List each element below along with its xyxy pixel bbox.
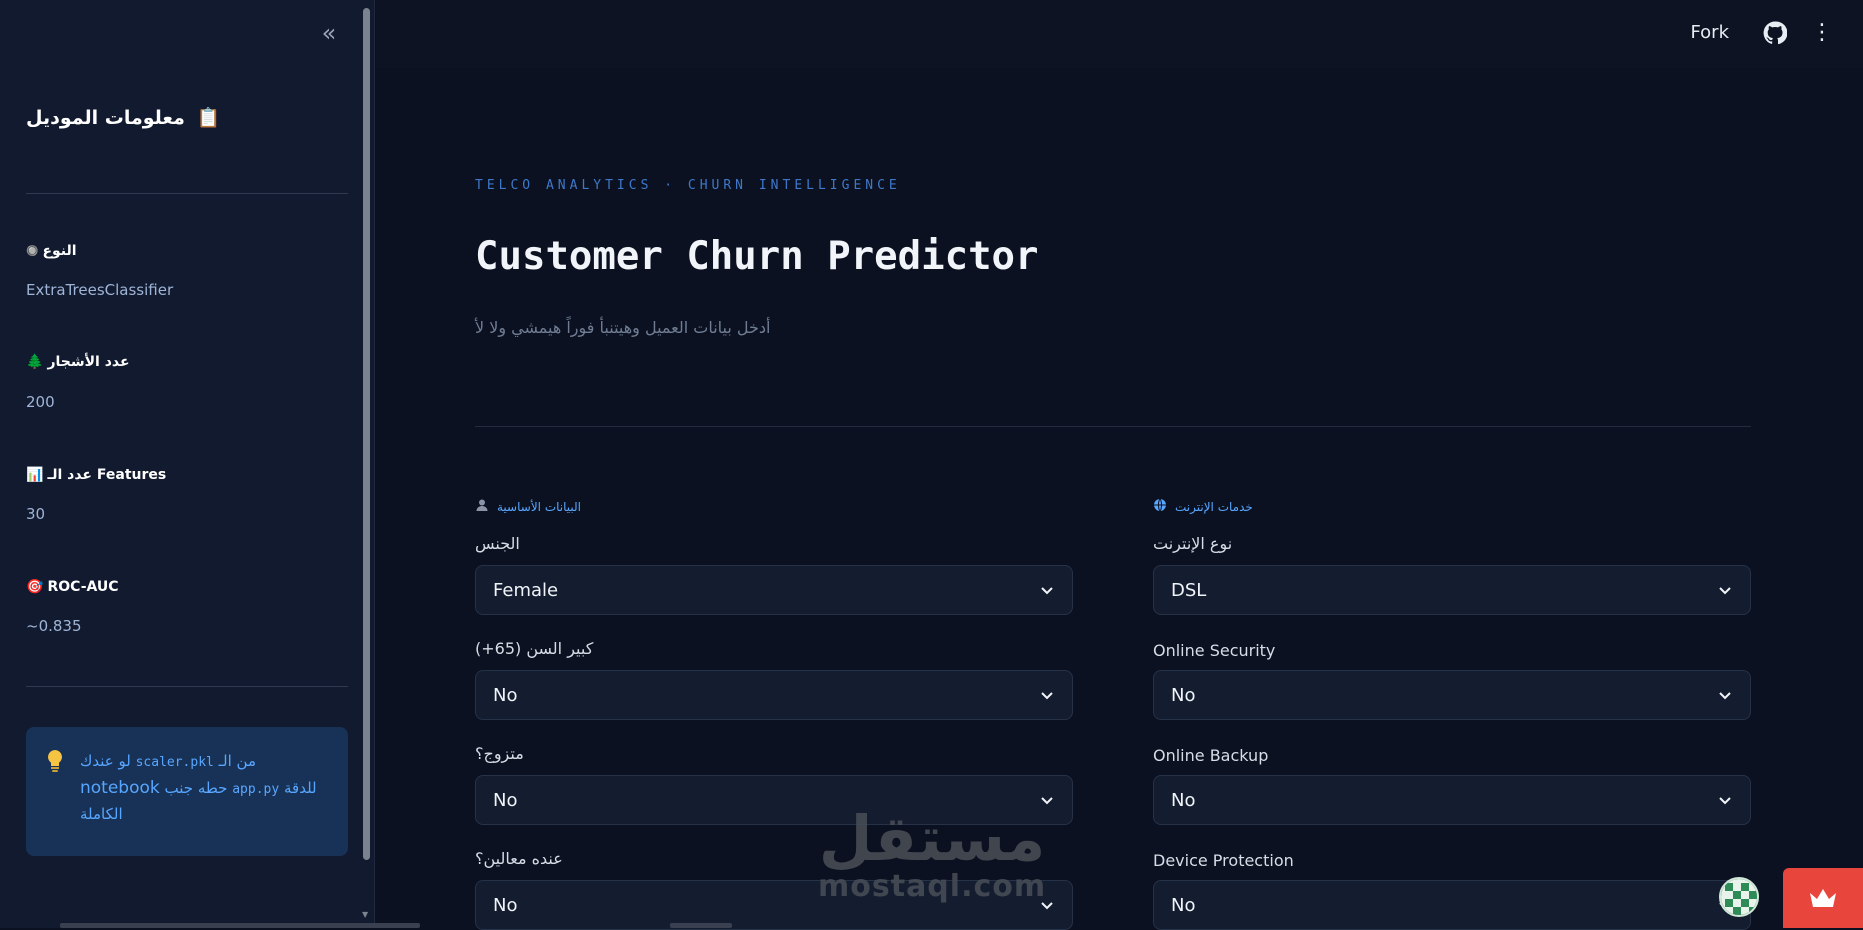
device-protection-select[interactable]: No <box>1153 880 1751 930</box>
clipboard-icon: 📋 <box>196 107 221 129</box>
field-label-online-security: Online Security <box>1153 641 1276 660</box>
metric-label-text: ROC-AUC <box>47 579 119 595</box>
info-text: للدقة <box>283 778 317 797</box>
select-value: No <box>1171 789 1196 811</box>
married-select[interactable]: No <box>475 775 1073 825</box>
bar-chart-icon: 📊 <box>26 467 44 483</box>
info-box: لو عندك scaler.pkl من الـ notebook حطه ج… <box>26 727 348 856</box>
select-value: No <box>1171 894 1196 916</box>
metric-label-type: 🔘 النوع <box>26 243 77 259</box>
chevron-down-icon <box>1041 902 1053 910</box>
kebab-menu-icon[interactable]: ⋮ <box>1811 20 1833 46</box>
info-text: من الـ <box>218 752 257 770</box>
sidebar-divider <box>26 193 348 194</box>
chevron-down-icon <box>1041 797 1053 805</box>
select-value: No <box>493 684 518 706</box>
chevron-down-icon <box>1041 587 1053 595</box>
field-label-internet-type: نوع الإنترنت <box>1153 534 1233 553</box>
select-value: No <box>493 789 518 811</box>
section-title: خدمات الإنترنت <box>1175 499 1253 514</box>
senior-citizen-select[interactable]: No <box>475 670 1073 720</box>
field-label-married: متزوج؟ <box>475 744 524 763</box>
main-divider <box>475 426 1751 427</box>
page-subtitle: أدخل بيانات العميل وهيتنبأ فوراً هيمشي و… <box>475 318 771 337</box>
section-header-internet: خدمات الإنترنت <box>1153 498 1253 515</box>
gender-select[interactable]: Female <box>475 565 1073 615</box>
double-chevron-left-icon: « <box>321 19 337 47</box>
globe-icon <box>1153 498 1167 515</box>
sidebar: « معلومات الموديل 📋 🔘 النوع ExtraTreesCl… <box>0 0 375 928</box>
section-header-basic: البيانات الأساسية <box>475 498 581 515</box>
sidebar-title-text: معلومات الموديل <box>26 106 185 129</box>
select-value: DSL <box>1171 579 1207 601</box>
chevron-down-icon <box>1719 587 1731 595</box>
info-line-3: الكاملة <box>80 804 123 823</box>
chevron-down-icon <box>1041 692 1053 700</box>
chevron-down-icon <box>1719 692 1731 700</box>
info-text: notebook <box>80 777 160 798</box>
crown-button[interactable] <box>1783 868 1863 928</box>
section-title: البيانات الأساسية <box>497 499 581 514</box>
lightbulb-icon <box>46 749 64 783</box>
online-backup-select[interactable]: No <box>1153 775 1751 825</box>
avatar[interactable] <box>1719 877 1759 917</box>
sidebar-divider <box>26 686 348 687</box>
metric-value-type: ExtraTreesClassifier <box>26 281 174 299</box>
metric-label-features: 📊 عدد الـ Features <box>26 467 166 483</box>
page-title: Customer Churn Predictor <box>475 234 1039 279</box>
tree-icon: 🌲 <box>26 354 44 370</box>
info-text: لو عندك <box>80 752 131 770</box>
info-code: app.py <box>232 781 280 797</box>
person-icon <box>475 498 489 515</box>
crown-icon <box>1810 889 1836 907</box>
radio-icon: 🔘 <box>26 245 39 257</box>
metric-value-trees: 200 <box>26 393 55 411</box>
scroll-down-arrow-icon[interactable]: ▼ <box>362 910 372 919</box>
field-label-dependents: عنده معالين؟ <box>475 849 563 868</box>
info-text: حطه جنب <box>164 778 228 797</box>
online-security-select[interactable]: No <box>1153 670 1751 720</box>
field-label-gender: الجنس <box>475 534 520 553</box>
top-bar: Fork ⋮ <box>376 0 1863 68</box>
metric-value-features: 30 <box>26 505 46 523</box>
metric-label-rocauc: 🎯 ROC-AUC <box>26 579 119 595</box>
metric-label-text: النوع <box>42 243 77 259</box>
fork-button[interactable]: Fork <box>1690 22 1729 43</box>
sidebar-scrollbar[interactable] <box>363 8 370 860</box>
github-icon[interactable] <box>1763 21 1788 45</box>
field-label-device-protection: Device Protection <box>1153 851 1294 870</box>
field-label-online-backup: Online Backup <box>1153 746 1269 765</box>
dependents-select[interactable]: No <box>475 880 1073 930</box>
metric-value-rocauc: ~0.835 <box>26 617 82 635</box>
horizontal-scrollbar-thumb[interactable] <box>670 923 732 928</box>
metric-label-text: عدد الـ Features <box>47 467 167 483</box>
eyebrow-text: TELCO ANALYTICS · CHURN INTELLIGENCE <box>475 178 901 193</box>
horizontal-scrollbar[interactable] <box>60 923 420 928</box>
info-line-2: notebook حطه جنب app.py للدقة <box>80 774 330 802</box>
metric-label-trees: 🌲 عدد الأشجار <box>26 354 130 370</box>
metric-label-text: عدد الأشجار <box>47 354 130 370</box>
info-code: scaler.pkl <box>135 755 214 770</box>
select-value: No <box>1171 684 1196 706</box>
select-value: No <box>493 894 518 916</box>
field-label-senior: كبير السن (65+) <box>475 639 594 658</box>
chevron-down-icon <box>1719 797 1731 805</box>
select-value: Female <box>493 579 559 601</box>
internet-type-select[interactable]: DSL <box>1153 565 1751 615</box>
collapse-sidebar-button[interactable]: « <box>316 19 342 48</box>
info-line-1: لو عندك scaler.pkl من الـ <box>80 749 330 774</box>
sidebar-title: معلومات الموديل 📋 <box>26 106 221 130</box>
target-icon: 🎯 <box>26 579 44 595</box>
